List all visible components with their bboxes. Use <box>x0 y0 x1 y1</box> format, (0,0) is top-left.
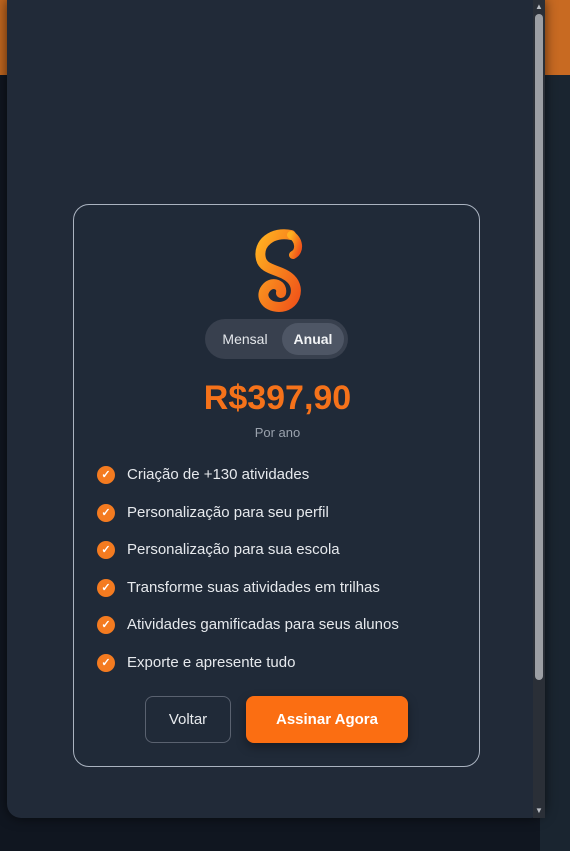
feature-text: Exporte e apresente tudo <box>127 653 296 671</box>
toggle-option-monthly[interactable]: Mensal <box>211 323 279 355</box>
feature-item: ✓ Exporte e apresente tudo <box>96 651 466 689</box>
feature-item: ✓ Transforme suas atividades em trilhas <box>96 576 466 614</box>
plan-card: Mensal Anual R$397,90 Por ano ✓ Criação … <box>73 204 480 767</box>
feature-item: ✓ Criação de +130 atividades <box>96 463 466 501</box>
feature-text: Personalização para sua escola <box>127 541 340 558</box>
scroll-up-arrow-icon[interactable]: ▲ <box>534 2 544 12</box>
feature-list: ✓ Criação de +130 atividades ✓ Personali… <box>96 463 466 688</box>
back-button[interactable]: Voltar <box>145 696 231 743</box>
check-circle-icon: ✓ <box>97 578 115 597</box>
brand-s-logo-icon <box>255 229 302 313</box>
check-circle-icon: ✓ <box>97 541 115 559</box>
subscribe-button[interactable]: Assinar Agora <box>246 696 408 743</box>
billing-toggle: Mensal Anual <box>205 319 348 359</box>
feature-text: Personalização para seu perfil <box>127 503 329 521</box>
check-circle-icon: ✓ <box>97 616 115 634</box>
feature-text: Criação de +130 atividades <box>127 466 310 483</box>
check-circle-icon: ✓ <box>97 466 115 484</box>
feature-item: ✓ Personalização para seu perfil <box>96 501 466 539</box>
feature-item: ✓ Atividades gamificadas para seus aluno… <box>96 613 466 651</box>
feature-text: Atividades gamificadas para seus alunos <box>127 616 399 633</box>
toggle-option-annual[interactable]: Anual <box>282 323 344 355</box>
scrollbar-thumb[interactable] <box>535 14 543 680</box>
subscription-modal: Mensal Anual R$397,90 Por ano ✓ Criação … <box>7 0 545 818</box>
check-circle-icon: ✓ <box>97 653 115 672</box>
scroll-down-arrow-icon[interactable]: ▼ <box>534 806 544 816</box>
feature-item: ✓ Personalização para sua escola <box>96 538 466 576</box>
check-circle-icon: ✓ <box>97 503 115 522</box>
plan-price: R$397,90 <box>203 379 352 417</box>
billing-period: Por ano <box>254 425 301 440</box>
feature-text: Transforme suas atividades em trilhas <box>127 578 380 596</box>
